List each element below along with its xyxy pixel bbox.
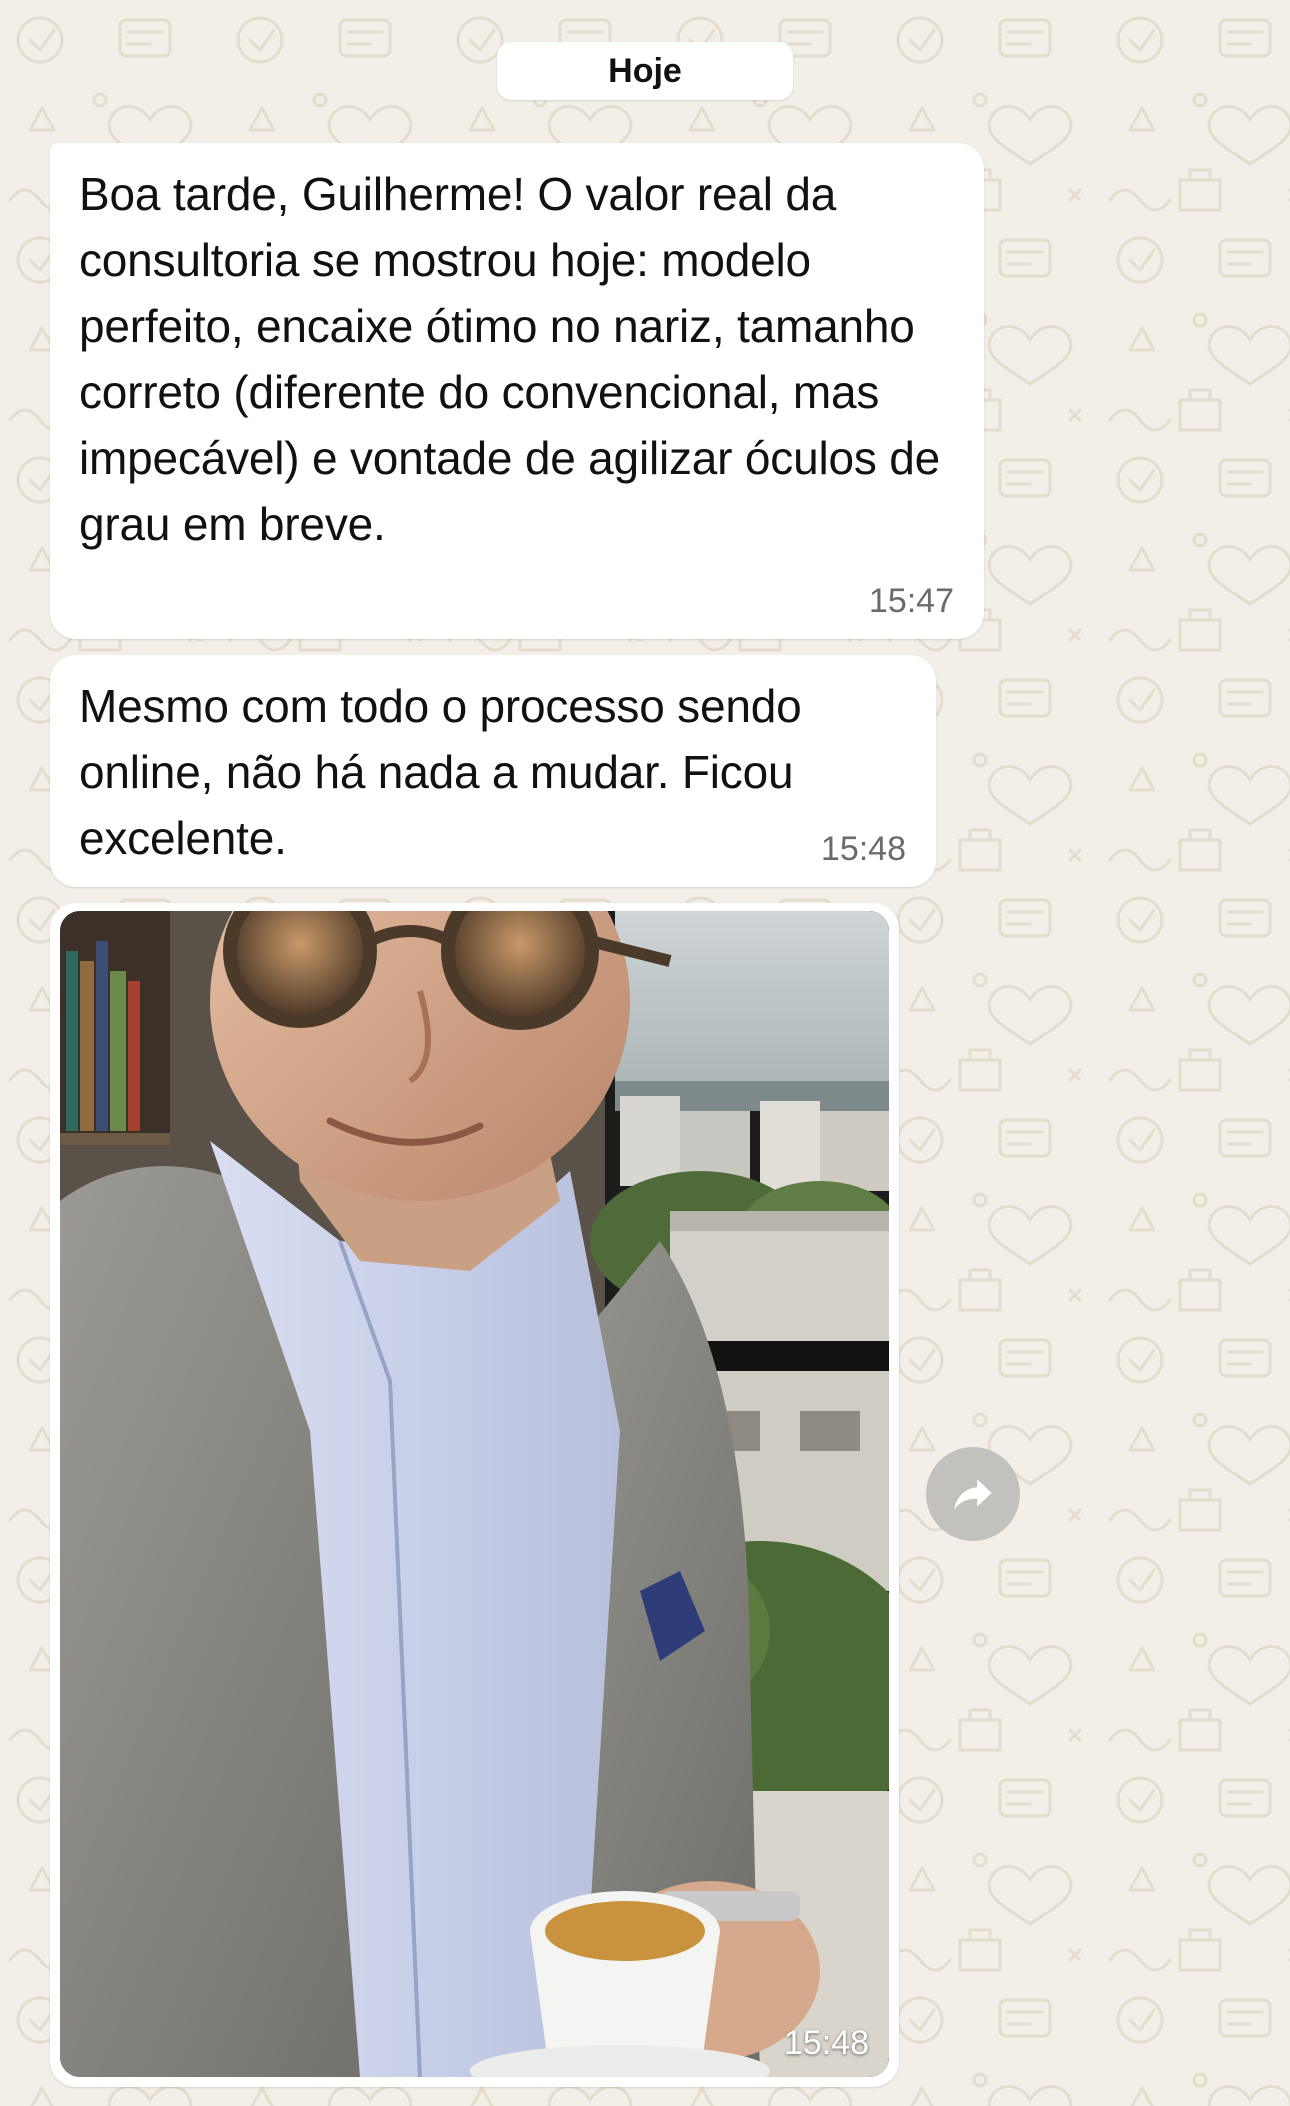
message-text: Mesmo com todo o processo sendo online, … [79,680,802,864]
forward-icon [954,1479,992,1510]
message-text: Boa tarde, Guilherme! O valor real da co… [79,168,940,550]
message-timestamp: 15:48 [820,830,906,868]
photo-timestamp: 15:48 [783,2024,869,2062]
date-separator: Hoje [497,42,793,100]
message-photo[interactable]: 15:48 [60,911,889,2077]
message-bubble[interactable]: Boa tarde, Guilherme! O valor real da co… [50,143,984,639]
message-timestamp: 15:47 [868,582,954,620]
selfie-photo [60,911,889,2077]
forward-button[interactable] [926,1447,1020,1541]
message-bubble[interactable]: Mesmo com todo o processo sendo online, … [50,655,936,887]
